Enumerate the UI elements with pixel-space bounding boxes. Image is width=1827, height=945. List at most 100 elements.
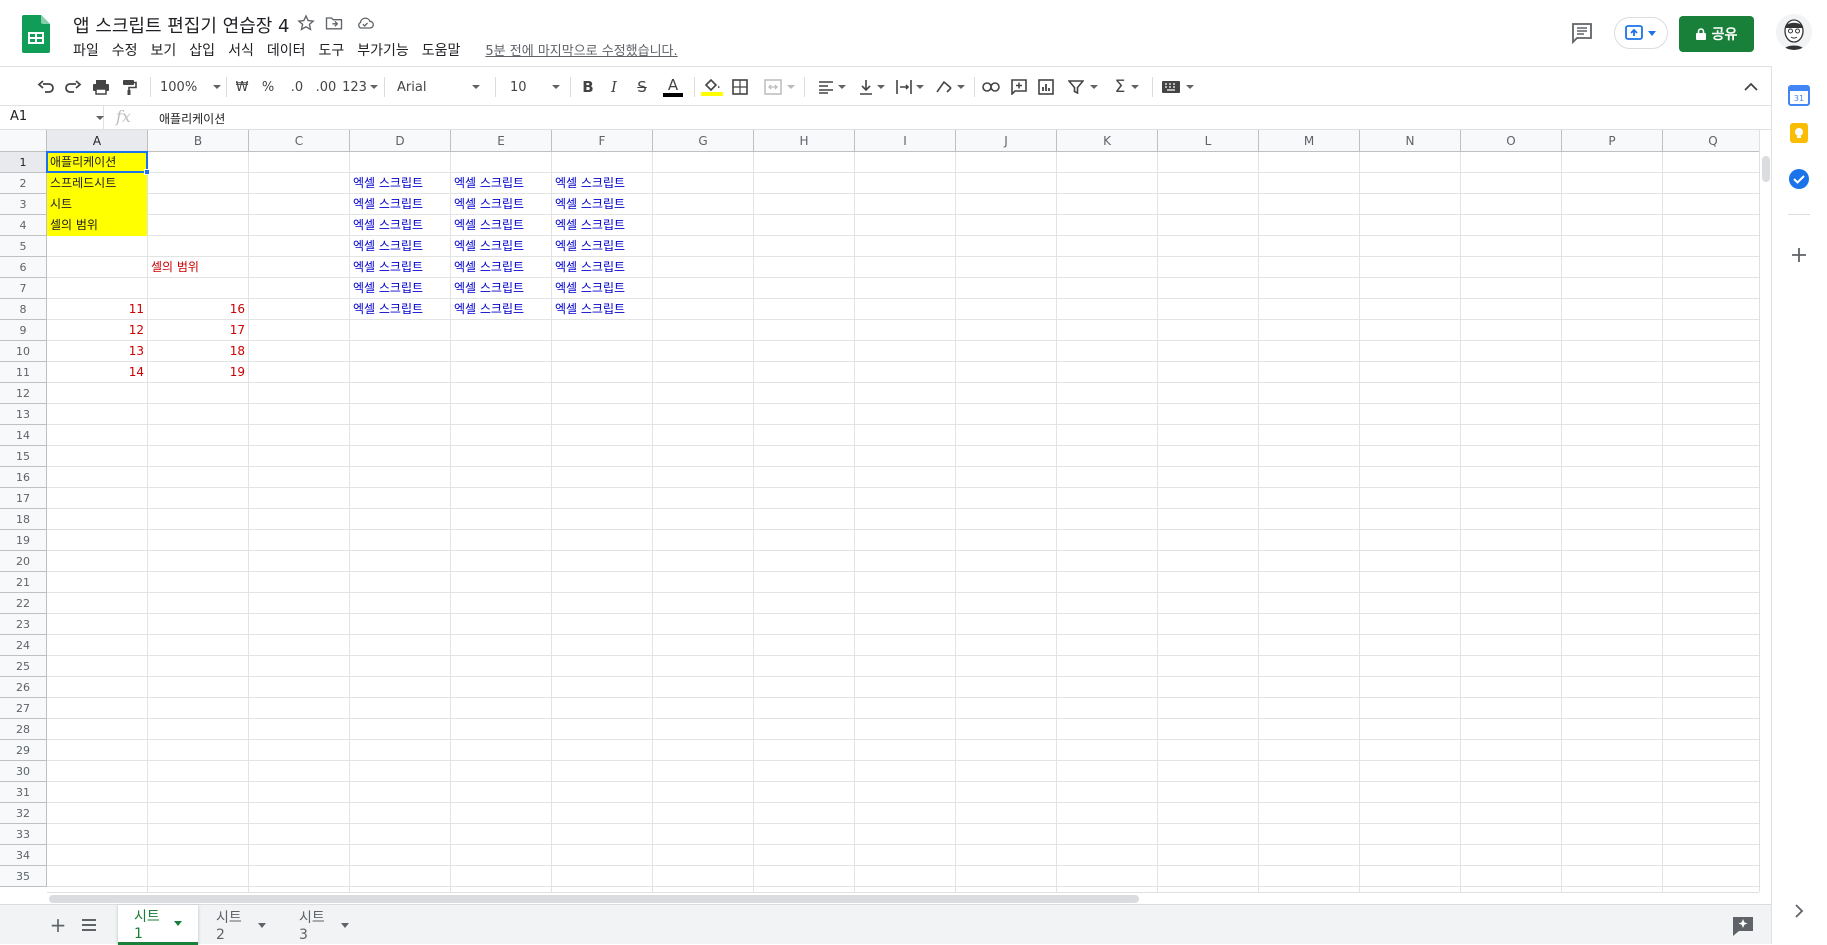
input-tools-button[interactable] xyxy=(1160,76,1196,98)
keep-icon[interactable] xyxy=(1788,122,1810,144)
column-header-i[interactable]: I xyxy=(855,130,956,152)
row-header-29[interactable]: 29 xyxy=(0,740,47,761)
row-header-7[interactable]: 7 xyxy=(0,278,47,299)
menu-format[interactable]: 서식 xyxy=(228,40,262,60)
column-header-b[interactable]: B xyxy=(148,130,249,152)
row-header-18[interactable]: 18 xyxy=(0,509,47,530)
all-sheets-menu-icon[interactable] xyxy=(80,917,98,933)
text-rotation-button[interactable] xyxy=(934,76,966,98)
cell-f4[interactable]: 엑셀 스크립트 xyxy=(552,215,652,236)
row-header-19[interactable]: 19 xyxy=(0,530,47,551)
cell-d3[interactable]: 엑셀 스크립트 xyxy=(350,194,450,215)
borders-button[interactable] xyxy=(731,76,749,98)
name-box[interactable]: A1 xyxy=(0,106,104,130)
row-header-13[interactable]: 13 xyxy=(0,404,47,425)
cell-a10[interactable]: 13 xyxy=(47,341,147,362)
cell-a3[interactable]: 시트 xyxy=(47,194,147,215)
share-button[interactable]: 공유 xyxy=(1679,16,1754,52)
menu-help[interactable]: 도움말 xyxy=(422,40,469,60)
row-header-10[interactable]: 10 xyxy=(0,341,47,362)
cell-b8[interactable]: 16 xyxy=(148,299,248,320)
text-wrap-button[interactable] xyxy=(894,76,926,98)
chevron-down-icon[interactable] xyxy=(341,922,349,928)
select-all-corner[interactable] xyxy=(0,130,47,152)
cell-e2[interactable]: 엑셀 스크립트 xyxy=(451,173,551,194)
formula-input[interactable]: 애플리케이션 xyxy=(159,110,225,127)
row-header-26[interactable]: 26 xyxy=(0,677,47,698)
chevron-down-icon[interactable] xyxy=(96,116,104,120)
strikethrough-button[interactable]: S xyxy=(634,76,650,98)
increase-decimal-button[interactable]: .00 xyxy=(313,76,339,98)
fill-handle[interactable] xyxy=(144,169,150,175)
percent-format-button[interactable]: % xyxy=(260,76,276,98)
cell-a2[interactable]: 스프레드시트 xyxy=(47,173,147,194)
cell-b6[interactable]: 셀의 범위 xyxy=(148,257,248,278)
row-header-20[interactable]: 20 xyxy=(0,551,47,572)
font-family-select[interactable]: Arial xyxy=(397,76,487,98)
menu-file[interactable]: 파일 xyxy=(73,40,107,60)
collapse-menus-button[interactable] xyxy=(1742,76,1760,98)
column-header-h[interactable]: H xyxy=(754,130,855,152)
expand-panel-icon[interactable] xyxy=(1788,900,1810,922)
cell-a8[interactable]: 11 xyxy=(47,299,147,320)
row-header-2[interactable]: 2 xyxy=(0,173,47,194)
zoom-select[interactable]: 100% xyxy=(160,76,222,98)
cell-e6[interactable]: 엑셀 스크립트 xyxy=(451,257,551,278)
sheet-tab-2[interactable]: 시트2 xyxy=(200,905,282,945)
column-header-j[interactable]: J xyxy=(956,130,1057,152)
filter-button[interactable] xyxy=(1066,76,1100,98)
decrease-decimal-button[interactable]: .0 xyxy=(286,76,308,98)
calendar-icon[interactable]: 31 xyxy=(1788,84,1810,106)
undo-button[interactable] xyxy=(36,76,56,98)
cell-e3[interactable]: 엑셀 스크립트 xyxy=(451,194,551,215)
print-button[interactable] xyxy=(91,76,111,98)
cloud-saved-icon[interactable] xyxy=(355,13,375,33)
column-header-q[interactable]: Q xyxy=(1663,130,1759,152)
row-header-8[interactable]: 8 xyxy=(0,299,47,320)
row-header-25[interactable]: 25 xyxy=(0,656,47,677)
document-title[interactable]: 앱 스크립트 편집기 연습장 4 xyxy=(73,12,290,38)
cell-d2[interactable]: 엑셀 스크립트 xyxy=(350,173,450,194)
comments-icon[interactable] xyxy=(1570,22,1594,44)
row-header-6[interactable]: 6 xyxy=(0,257,47,278)
row-header-4[interactable]: 4 xyxy=(0,215,47,236)
star-icon[interactable] xyxy=(296,13,316,33)
horizontal-scrollbar[interactable] xyxy=(47,892,1759,904)
row-header-5[interactable]: 5 xyxy=(0,236,47,257)
column-header-n[interactable]: N xyxy=(1360,130,1461,152)
fill-color-button[interactable] xyxy=(700,76,724,98)
row-header-23[interactable]: 23 xyxy=(0,614,47,635)
spreadsheet-grid[interactable]: A B C D E F G H I J K L M N O P Q 1 2 3 4 5 6 7 8 9 10 11 12 13 14 15 16… xyxy=(0,130,1759,892)
merge-cells-button[interactable] xyxy=(760,76,798,98)
insert-chart-button[interactable] xyxy=(1037,76,1055,98)
column-header-e[interactable]: E xyxy=(451,130,552,152)
column-header-o[interactable]: O xyxy=(1461,130,1562,152)
row-header-16[interactable]: 16 xyxy=(0,467,47,488)
vertical-align-button[interactable] xyxy=(856,76,888,98)
row-header-27[interactable]: 27 xyxy=(0,698,47,719)
row-header-30[interactable]: 30 xyxy=(0,761,47,782)
currency-format-button[interactable]: ₩ xyxy=(234,76,250,98)
chevron-down-icon[interactable] xyxy=(174,921,182,926)
cell-f5[interactable]: 엑셀 스크립트 xyxy=(552,236,652,257)
chevron-down-icon[interactable] xyxy=(258,922,266,928)
row-header-1[interactable]: 1 xyxy=(0,152,47,173)
last-edit-link[interactable]: 5분 전에 마지막으로 수정했습니다. xyxy=(485,40,677,60)
sheets-logo-icon[interactable] xyxy=(22,15,50,53)
cell-a11[interactable]: 14 xyxy=(47,362,147,383)
row-header-34[interactable]: 34 xyxy=(0,845,47,866)
cell-d6[interactable]: 엑셀 스크립트 xyxy=(350,257,450,278)
row-header-14[interactable]: 14 xyxy=(0,425,47,446)
column-header-g[interactable]: G xyxy=(653,130,754,152)
cell-e5[interactable]: 엑셀 스크립트 xyxy=(451,236,551,257)
avatar[interactable] xyxy=(1776,14,1812,50)
column-header-p[interactable]: P xyxy=(1562,130,1663,152)
cell-f8[interactable]: 엑셀 스크립트 xyxy=(552,299,652,320)
cell-d7[interactable]: 엑셀 스크립트 xyxy=(350,278,450,299)
row-header-32[interactable]: 32 xyxy=(0,803,47,824)
bold-button[interactable]: B xyxy=(580,76,596,98)
move-folder-icon[interactable] xyxy=(324,13,344,33)
menu-insert[interactable]: 삽입 xyxy=(189,40,223,60)
insert-comment-button[interactable] xyxy=(1010,76,1028,98)
functions-button[interactable]: Σ xyxy=(1110,76,1144,98)
